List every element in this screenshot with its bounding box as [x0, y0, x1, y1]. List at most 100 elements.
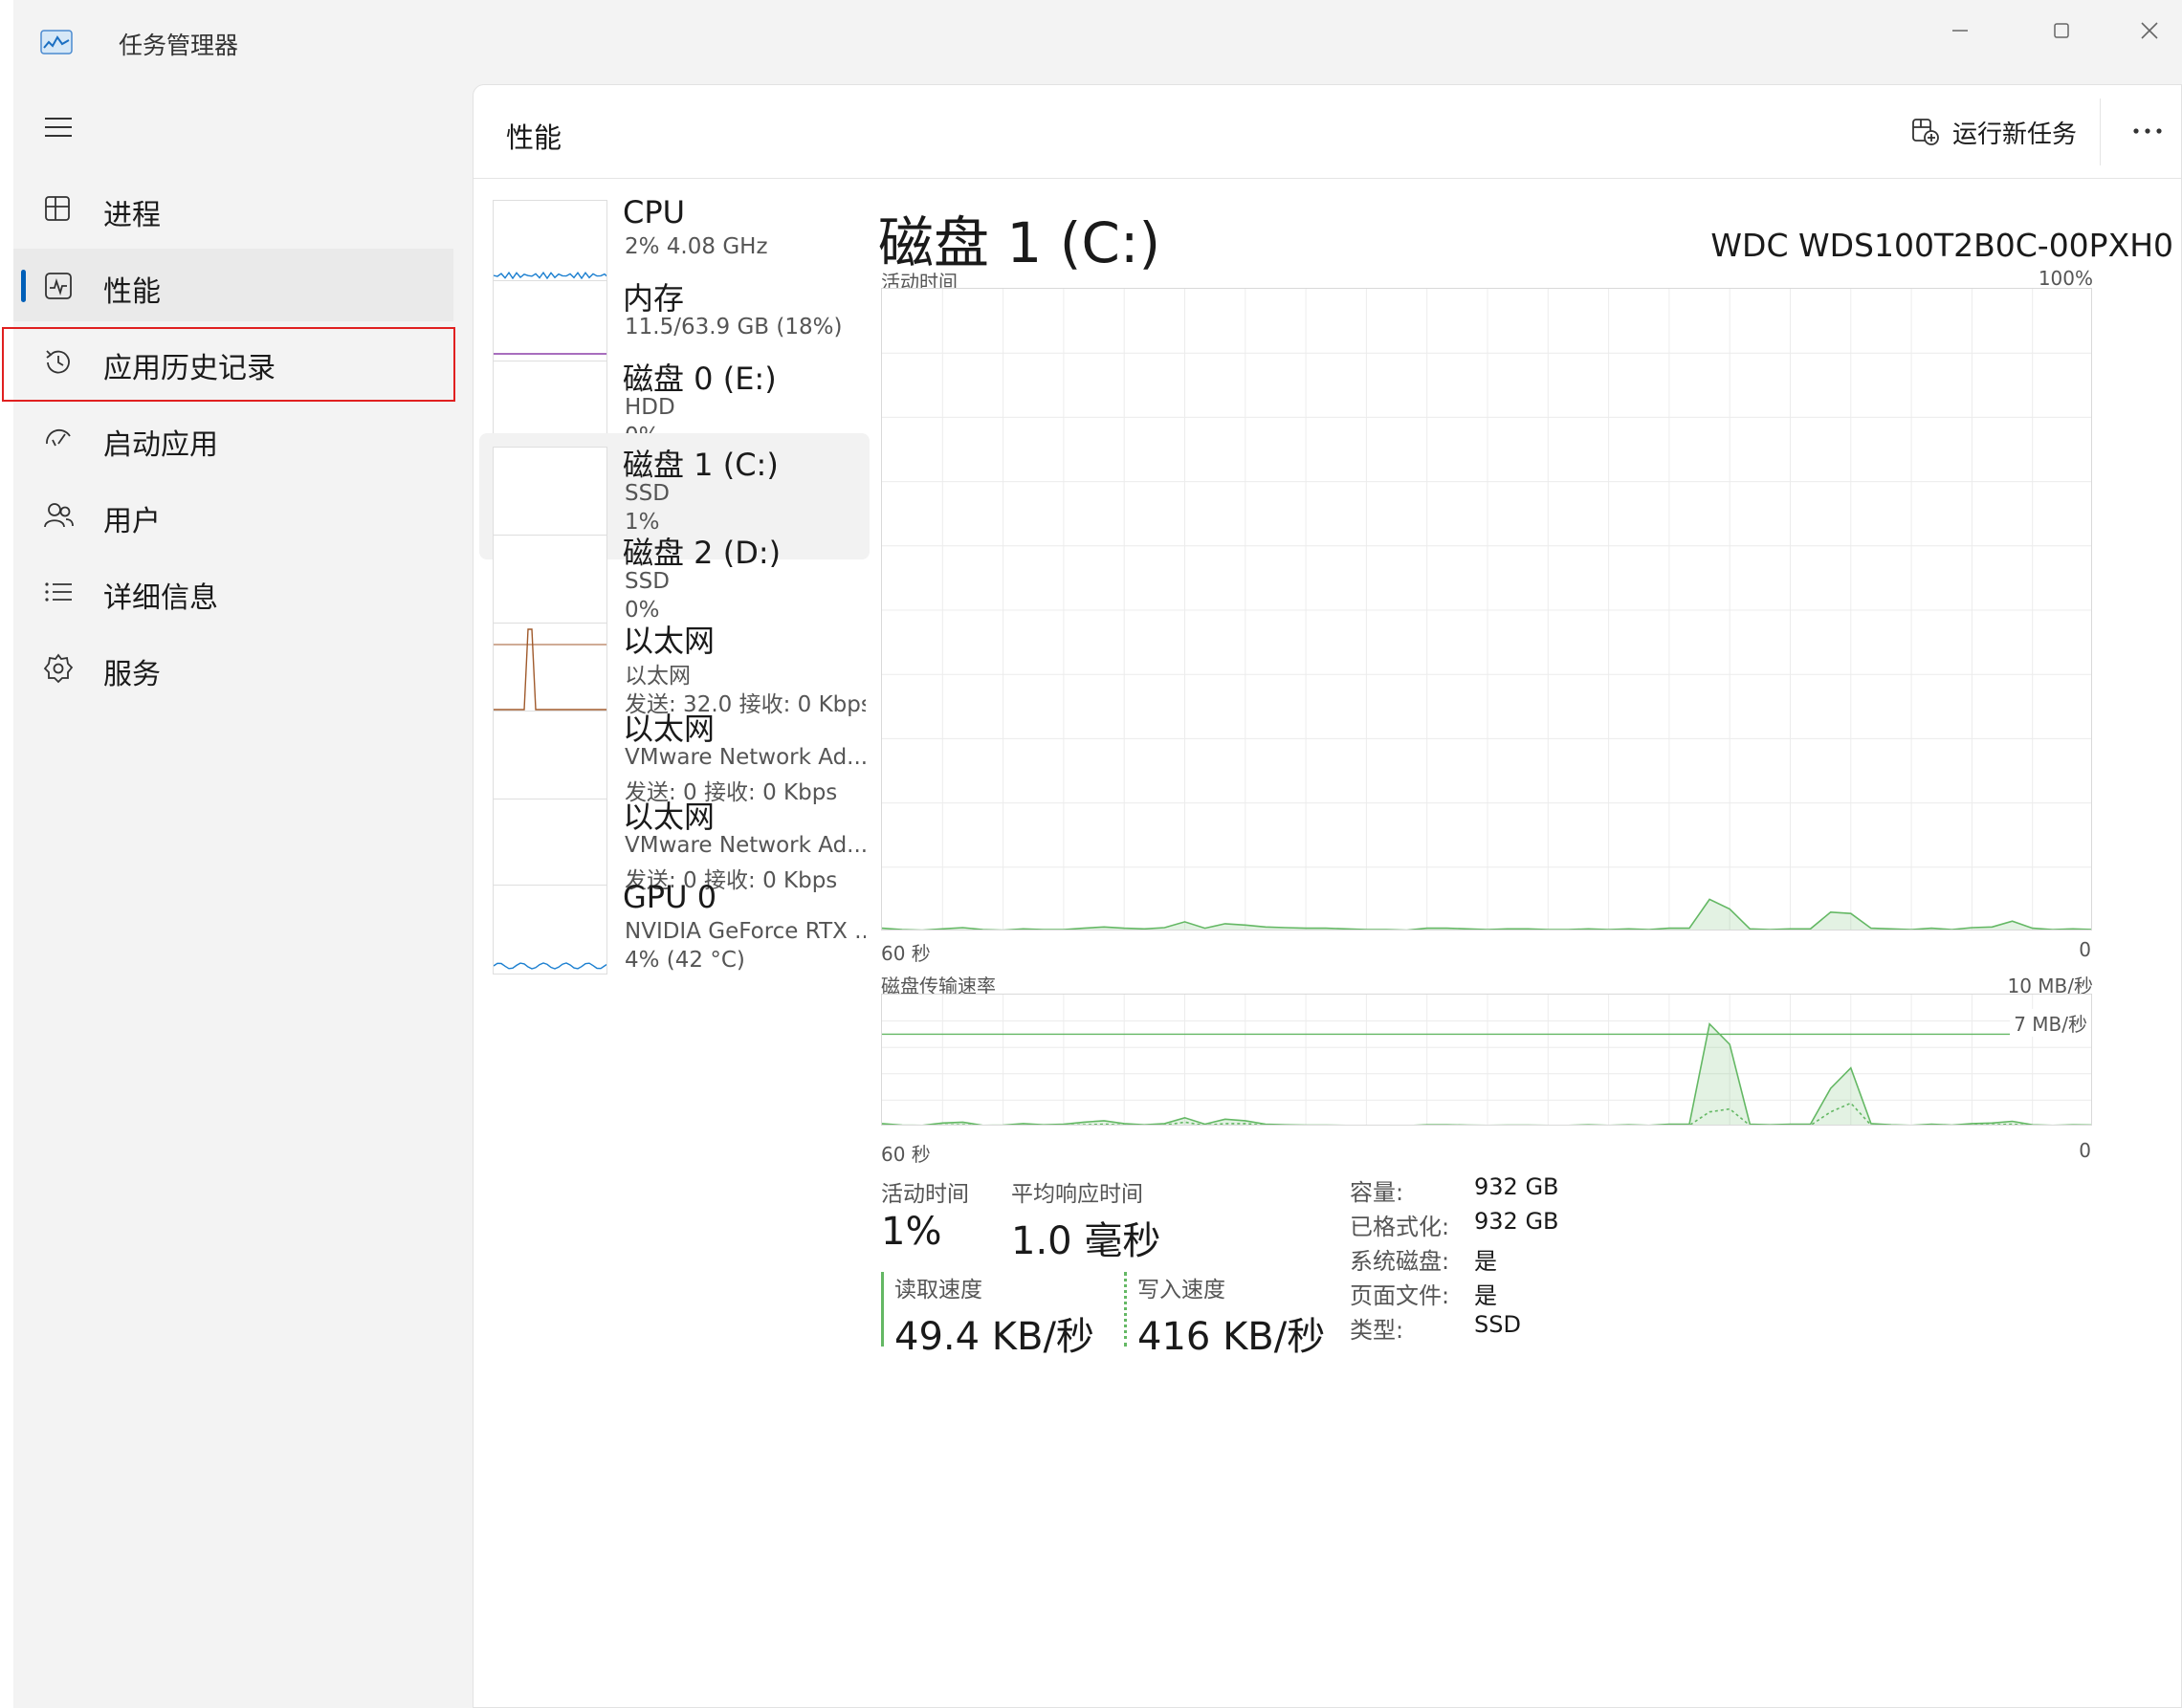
device-list: CPU 2% 4.08 GHz 内存 11.5/63.9 GB (18%) 磁盘 0 (… [474, 179, 875, 1708]
stat-value: 1% [881, 1210, 942, 1254]
minimize-icon [1952, 30, 1968, 32]
property-value: 932 GB [1474, 1173, 1559, 1200]
stat-value: 49.4 KB/秒 [894, 1315, 1094, 1359]
graph1-x-right: 0 [2079, 938, 2091, 961]
sidebar-item-label: 用户 [103, 505, 161, 538]
device-name: CPU [623, 194, 686, 230]
device-subtitle: HDD [625, 395, 675, 420]
stat-active-time: 活动时间 1% [881, 1175, 969, 1254]
stat-value: 1.0 毫秒 [1011, 1219, 1161, 1263]
property-value: 932 GB [1474, 1208, 1559, 1235]
device-name: GPU 0 [623, 879, 717, 915]
stat-value: 416 KB/秒 [1137, 1315, 1326, 1359]
sidebar-item-details[interactable]: 详细信息 [13, 555, 453, 627]
disk-detail-panel: 磁盘 1 (C:) WDC WDS100T2B0C-00PXH0 活动时间 10… [875, 179, 2182, 1708]
services-icon [43, 653, 74, 684]
device-status: 4% (42 °C) [625, 948, 745, 973]
stat-read-speed: 读取速度 49.4 KB/秒 [894, 1271, 1094, 1361]
property-key: 页面文件: [1350, 1282, 1450, 1309]
stat-write-speed: 写入速度 416 KB/秒 [1137, 1271, 1325, 1361]
minimize-button[interactable] [1917, 8, 2003, 54]
device-name: 以太网 [623, 711, 716, 747]
device-name: 内存 [623, 280, 685, 317]
title-bar: 任务管理器 [13, 0, 2182, 84]
sidebar-item-label: 性能 [103, 275, 161, 309]
device-sparkline [494, 962, 606, 970]
header-divider [2100, 99, 2101, 165]
device-subtitle: NVIDIA GeForce RTX ... [625, 919, 866, 944]
device-name: 以太网 [623, 623, 716, 659]
stat-avg-response: 平均响应时间 1.0 毫秒 [1011, 1175, 1160, 1265]
startup-icon [46, 429, 71, 447]
property-key: 类型: [1350, 1317, 1404, 1344]
task-manager-app-icon [40, 30, 73, 55]
write-rate-indicator [1124, 1272, 1127, 1347]
device-subtitle: 2% 4.08 GHz [625, 234, 768, 259]
sidebar-item-users[interactable]: 用户 [13, 478, 453, 551]
sidebar-item-label: 进程 [103, 199, 161, 232]
device-name: 磁盘 0 (E:) [623, 361, 777, 397]
property-value: SSD [1474, 1311, 1521, 1338]
property-key: 系统磁盘: [1350, 1248, 1450, 1275]
property-key: 容量: [1350, 1179, 1404, 1206]
performance-icon [45, 273, 72, 299]
sidebar-item-label: 服务 [103, 658, 161, 691]
task-manager-window: 任务管理器 进程 性能 应用历史记录 启动应用 用户 详细信息 服务 性能 运行… [2, 0, 2182, 1708]
hamburger-icon[interactable] [42, 113, 75, 142]
sidebar-item-performance[interactable]: 性能 [13, 249, 453, 321]
run-new-task-label: 运行新任务 [1952, 120, 2078, 149]
more-options-button[interactable] [2119, 104, 2176, 158]
device-thumbnail-graph [493, 885, 607, 974]
maximize-icon [2054, 23, 2069, 38]
transfer-rate-graph [881, 994, 2092, 1126]
run-task-icon [1912, 119, 1939, 145]
more-icon [2133, 128, 2162, 134]
device-sparkline-line [494, 962, 606, 970]
sidebar-item-label: 详细信息 [103, 581, 218, 615]
device-subtitle: SSD [625, 569, 670, 594]
stat-label: 读取速度 [894, 1278, 982, 1303]
selection-highlight [2, 327, 455, 402]
property-key: 已格式化: [1350, 1214, 1450, 1240]
property-value: 是 [1474, 1248, 1497, 1275]
active-indicator [21, 270, 26, 302]
device-name: 磁盘 1 (C:) [623, 447, 779, 483]
details-icon [45, 582, 72, 602]
active-time-graph [881, 288, 2092, 931]
processes-icon [45, 196, 70, 221]
transfer-rate-chart [882, 995, 2091, 1125]
graph1-x-left: 60 秒 [881, 942, 931, 965]
graph2-x-right: 0 [2079, 1139, 2091, 1162]
device-subtitle: VMware Network Ad... [625, 833, 866, 858]
close-icon [2141, 22, 2158, 39]
content-header: 性能 运行新任务 [474, 85, 2181, 179]
window-title: 任务管理器 [119, 32, 239, 59]
active-time-chart [882, 289, 2091, 930]
device-item[interactable]: GPU 0 NVIDIA GeForce RTX ... 4% (42 °C) [479, 871, 870, 997]
sidebar: 进程 性能 应用历史记录 启动应用 用户 详细信息 服务 [2, 84, 473, 1708]
sidebar-item-processes[interactable]: 进程 [13, 172, 453, 245]
stat-label: 活动时间 [881, 1182, 969, 1207]
close-button[interactable] [2106, 8, 2182, 54]
maximize-button[interactable] [2018, 8, 2105, 54]
device-subtitle: SSD [625, 481, 670, 506]
sidebar-item-services[interactable]: 服务 [13, 631, 453, 704]
disk-model: WDC WDS100T2B0C-00PXH0 [1710, 227, 2173, 264]
stat-label: 平均响应时间 [1011, 1182, 1143, 1207]
device-subtitle: 以太网 [625, 664, 691, 689]
graph2-mark: 7 MB/秒 [2010, 1009, 2091, 1037]
device-name: 磁盘 2 (D:) [623, 535, 782, 571]
device-subtitle: VMware Network Ad... [625, 745, 866, 770]
run-new-task-button[interactable]: 运行新任务 [1899, 106, 2088, 158]
graph1-max: 100% [2038, 267, 2093, 290]
graph2-x-left: 60 秒 [881, 1143, 931, 1166]
device-subtitle: 11.5/63.9 GB (18%) [625, 315, 843, 339]
device-name: 以太网 [623, 799, 716, 835]
sidebar-item-label: 启动应用 [103, 428, 218, 462]
property-value: 是 [1474, 1282, 1497, 1309]
read-rate-indicator [881, 1272, 884, 1347]
stat-label: 写入速度 [1137, 1278, 1225, 1303]
page-title: 性能 [506, 121, 562, 154]
sidebar-item-startup[interactable]: 启动应用 [13, 402, 453, 474]
performance-panel: 性能 运行新任务 CPU 2% 4.08 GHz 内存 11.5/63.9 GB… [473, 84, 2182, 1708]
